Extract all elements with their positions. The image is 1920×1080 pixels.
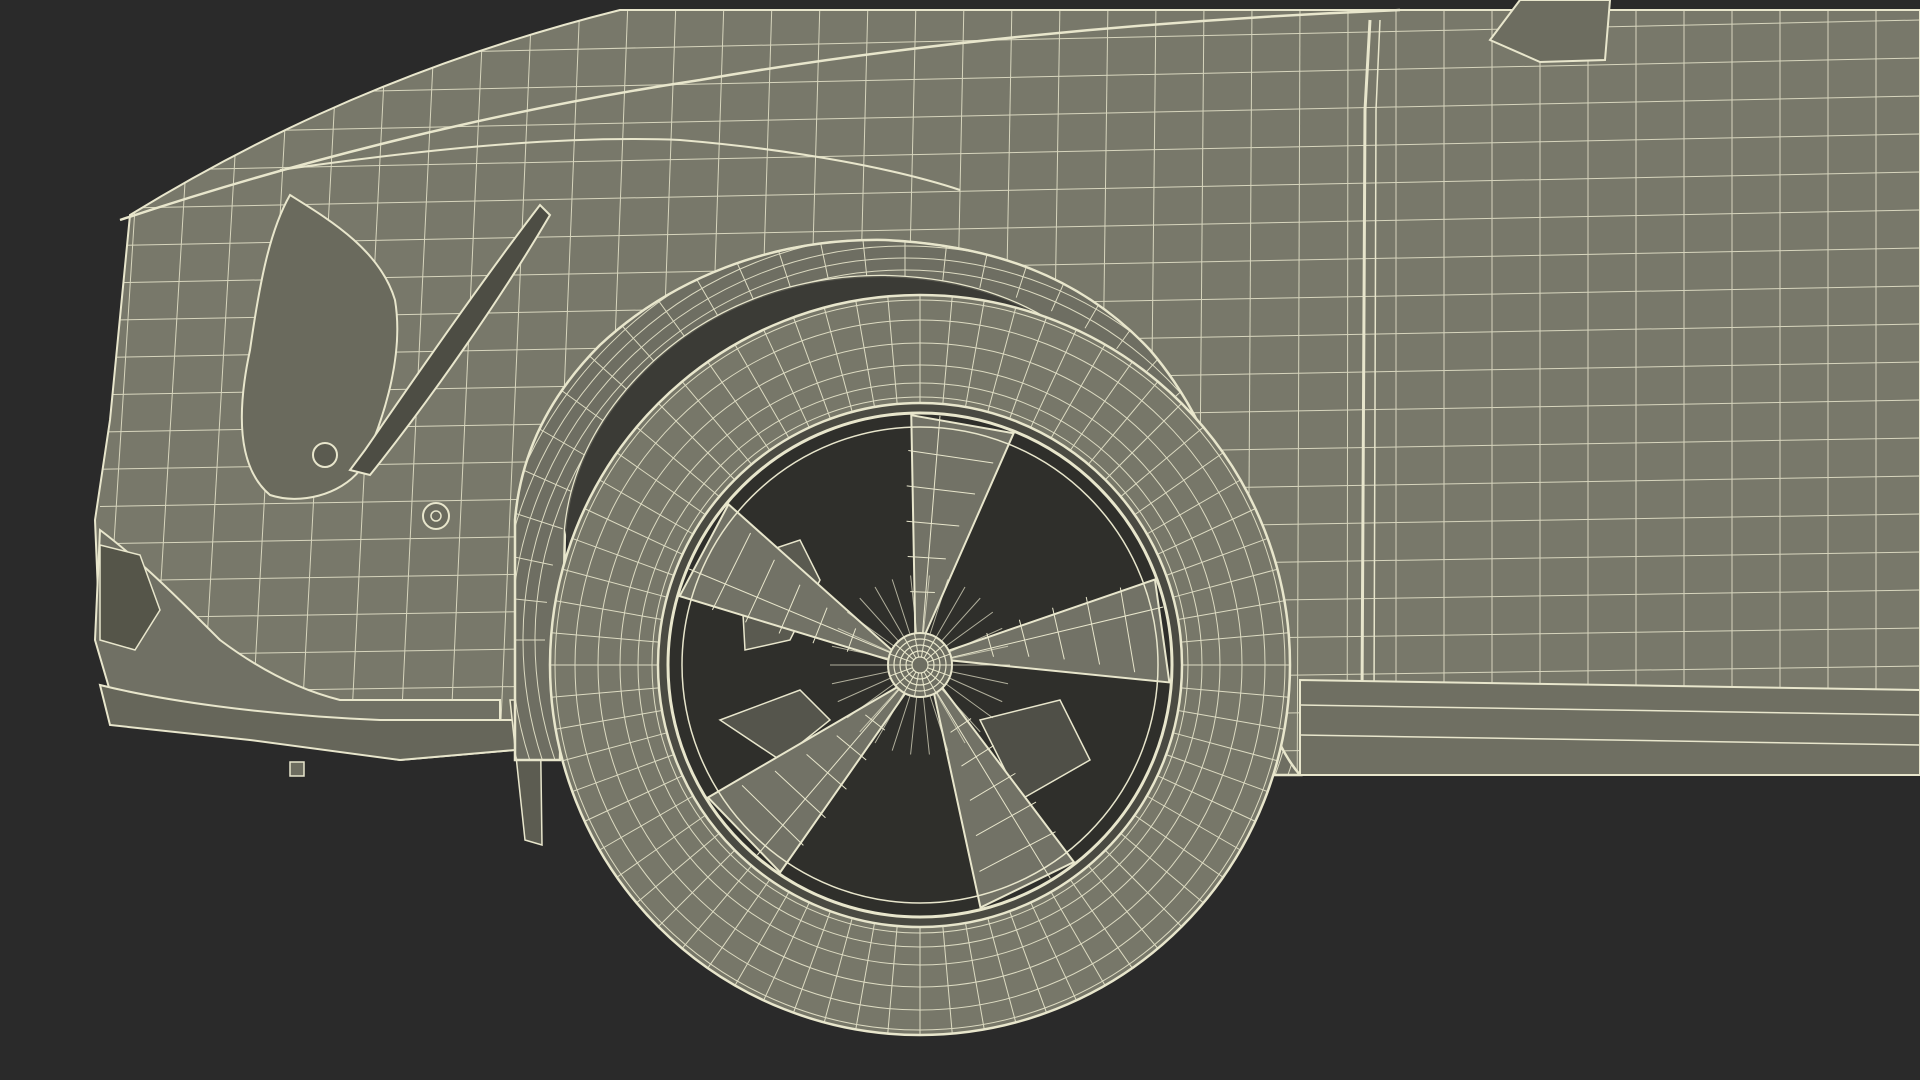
render-viewport [0, 0, 1920, 1080]
wheel [548, 293, 1292, 1037]
headlight-lamp [312, 442, 338, 468]
tow-hook [289, 761, 305, 777]
side-sill [1299, 678, 1920, 776]
side-marker [422, 502, 450, 530]
wireframe-render [0, 0, 1920, 1080]
